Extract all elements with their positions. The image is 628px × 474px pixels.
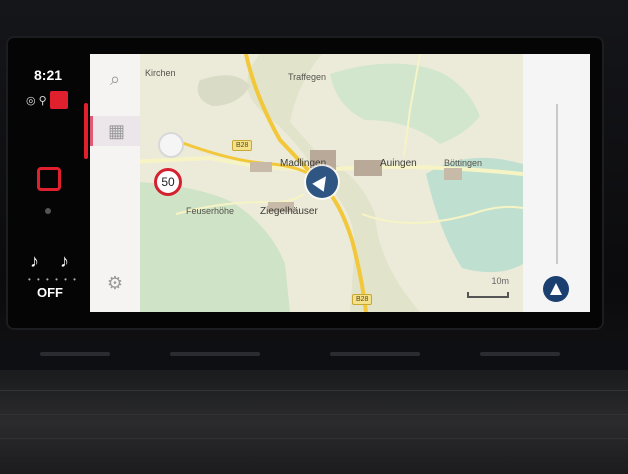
gear-icon: ⚙ [106,272,124,293]
seat-level-dots: • • • • • • [28,275,78,284]
air-vent [0,370,628,474]
compass-button[interactable] [543,276,569,302]
compass-arrow-icon [550,283,562,295]
warning-status-icon [49,91,68,109]
seat-heating-icons[interactable]: ♪ ♪ [30,251,77,272]
climate-off-label: OFF [37,285,63,300]
page-indicator-dot [45,208,51,214]
place-label: Traffegen [288,72,327,82]
zoom-slider[interactable] [556,104,558,264]
trim-slot [40,352,110,356]
trim-slot [170,352,260,356]
search-icon: ⌕ [109,68,121,89]
navigation-arrow-icon [312,172,332,192]
place-label: Kirchen [145,68,176,78]
status-icons: ◎ ⚲ [26,91,68,109]
map-scale-bar [467,292,509,298]
place-label: Ziegelhäuser [260,206,318,217]
navigation-screen: ⌕ ▦ ⚙ 50 Kirchen Traffegen Madlingen Aui… [90,54,590,312]
map-view-button[interactable]: ▦ [90,116,140,146]
home-button[interactable] [37,167,61,191]
active-app-indicator [84,103,88,159]
map-tool-sidebar: ⌕ ▦ ⚙ [90,54,140,312]
vehicle-position-marker [306,166,338,198]
driver-status-icon: ◎ ⚲ [26,94,47,107]
road-number-badge: B28 [232,140,253,151]
speed-camera-icon [158,132,184,158]
place-label: Böttingen [444,158,483,168]
map-canvas[interactable]: 50 Kirchen Traffegen Madlingen Auingen B… [140,54,523,312]
status-rail: 8:21 ◎ ⚲ ♪ ♪ • • • • • • OFF [20,55,88,315]
search-button[interactable]: ⌕ [100,64,130,94]
road-number-badge: B28 [352,294,373,305]
trim-slot [480,352,560,356]
speed-limit-sign: 50 [154,168,182,196]
place-label: Auingen [380,158,417,169]
zoom-panel [523,54,590,312]
car-dashboard-scene: 8:21 ◎ ⚲ ♪ ♪ • • • • • • OFF ⌕ ▦ ⚙ 50 Ki… [0,0,628,474]
map-icon: ▦ [107,120,125,141]
settings-button[interactable]: ⚙ [100,268,130,298]
clock: 8:21 [34,67,63,83]
map-scale-label: 10m [491,276,509,286]
trim-slot [330,352,420,356]
place-label: Feuserhöhe [186,206,235,216]
